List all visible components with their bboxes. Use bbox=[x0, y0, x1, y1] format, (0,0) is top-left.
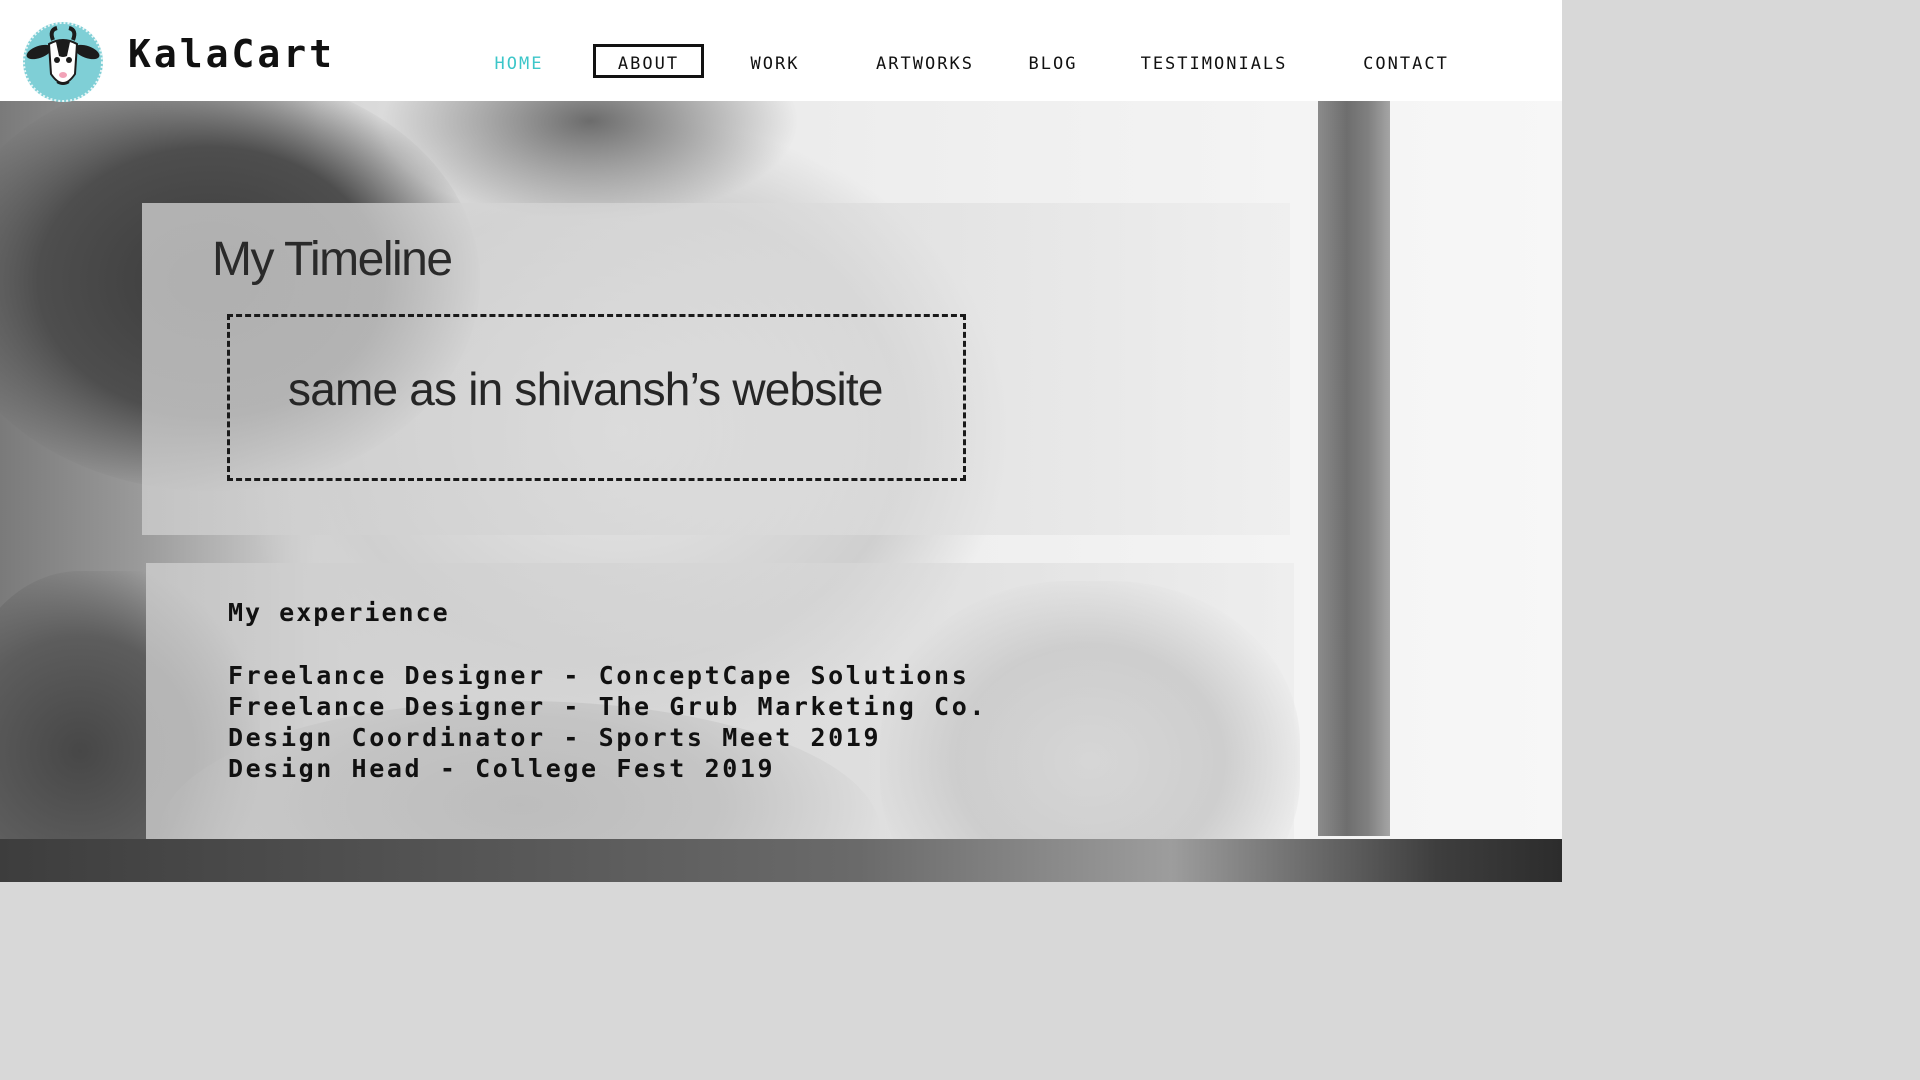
experience-item: Design Head - College Fest 2019 bbox=[228, 754, 776, 783]
site-header: KalaCart HOME ABOUT WORK ARTWORKS BLOG T… bbox=[0, 0, 1562, 102]
nav-artworks-link[interactable]: ARTWORKS bbox=[866, 52, 984, 76]
brand-name[interactable]: KalaCart bbox=[128, 32, 335, 76]
photo-pole-shape bbox=[1318, 101, 1390, 836]
timeline-placeholder-text: same as in shivansh’s website bbox=[288, 363, 884, 415]
photo-bottom-shade bbox=[0, 839, 1562, 882]
nav-home-link[interactable]: HOME bbox=[486, 52, 552, 76]
timeline-title: My Timeline bbox=[212, 233, 453, 286]
nav-blog-link[interactable]: BLOG bbox=[1024, 52, 1082, 76]
nav-work-link[interactable]: WORK bbox=[742, 52, 808, 76]
experience-item: Freelance Designer - The Grub Marketing … bbox=[228, 692, 988, 721]
experience-list: Freelance Designer - ConceptCape Solutio… bbox=[228, 660, 987, 784]
nav-about-link[interactable]: ABOUT bbox=[593, 44, 704, 78]
goat-icon bbox=[23, 22, 103, 102]
experience-item: Freelance Designer - ConceptCape Solutio… bbox=[228, 661, 970, 690]
experience-item: Design Coordinator - Sports Meet 2019 bbox=[228, 723, 882, 752]
nav-contact-link[interactable]: CONTACT bbox=[1354, 52, 1458, 76]
experience-heading: My experience bbox=[228, 598, 450, 627]
logo-goat-icon[interactable] bbox=[23, 22, 103, 102]
nav-testimonials-link[interactable]: TESTIMONIALS bbox=[1130, 52, 1298, 76]
